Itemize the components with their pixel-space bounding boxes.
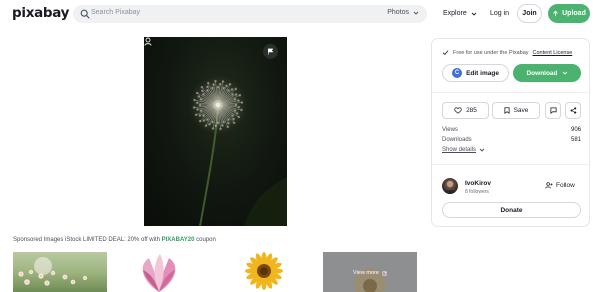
download-label: Download xyxy=(526,69,558,77)
sponsored-thumbnail[interactable] xyxy=(115,252,203,292)
share-button[interactable] xyxy=(565,102,581,119)
user-name[interactable]: IvoKirov xyxy=(465,180,491,187)
avatar[interactable] xyxy=(442,178,458,194)
edit-image-button[interactable]: C Edit image xyxy=(442,64,509,82)
show-details-label: Show details xyxy=(442,147,477,153)
login-link[interactable]: Log in xyxy=(490,10,509,17)
like-count: 285 xyxy=(466,107,477,114)
show-details-link[interactable]: Show details xyxy=(442,147,485,153)
flag-icon xyxy=(268,48,274,55)
stat-value: 581 xyxy=(570,137,581,143)
download-button[interactable]: Download xyxy=(513,64,581,82)
join-button[interactable]: Join xyxy=(517,4,542,23)
upload-icon xyxy=(553,10,558,17)
like-button[interactable]: 285 xyxy=(442,102,489,119)
coupon-suffix: coupon xyxy=(196,237,216,243)
save-label: Save xyxy=(513,107,529,114)
content-license-link[interactable]: Content License xyxy=(533,50,573,56)
magnolia-image xyxy=(142,254,176,292)
search-input[interactable]: Search Pixabay xyxy=(91,9,140,16)
stat-value: 906 xyxy=(570,127,581,133)
comment-icon xyxy=(549,107,557,114)
media-type-select[interactable]: Photos xyxy=(387,9,419,16)
chevron-down-icon xyxy=(413,11,419,15)
comment-button[interactable] xyxy=(545,102,561,119)
save-button[interactable]: Save xyxy=(492,102,540,119)
donate-button[interactable]: Donate xyxy=(442,202,581,218)
media-type-label: Photos xyxy=(387,9,409,16)
daisies-image xyxy=(18,257,88,286)
add-user-icon xyxy=(545,182,553,189)
coupon-code[interactable]: PIXABAY20 xyxy=(162,237,195,243)
search-bar[interactable]: Search Pixabay Photos xyxy=(73,5,427,23)
edit-label: Edit image xyxy=(466,69,499,77)
explore-menu[interactable]: Explore xyxy=(443,10,477,17)
user-icon[interactable] xyxy=(144,37,152,46)
license-text: Free for use under the Pixabay xyxy=(453,49,529,56)
bookmark-icon xyxy=(504,107,510,114)
sunflower-image xyxy=(245,252,283,290)
divider xyxy=(432,164,589,165)
stat-downloads: Downloads 581 xyxy=(442,137,581,143)
follower-count: 8 followers xyxy=(465,189,489,195)
pixabay-logo[interactable]: pixabay xyxy=(12,5,69,21)
follow-label: Follow xyxy=(556,182,575,189)
share-icon xyxy=(570,107,576,114)
follow-button[interactable]: Follow xyxy=(545,182,575,189)
chevron-down-icon xyxy=(471,12,477,16)
sponsored-text: Sponsored Images iStock LIMITED DEAL: 20… xyxy=(13,237,160,243)
image-info-panel: Free for use under the Pixabay Content L… xyxy=(431,38,590,227)
avatar-photo xyxy=(444,180,456,194)
external-link-icon xyxy=(382,271,387,275)
view-more-link[interactable]: View more xyxy=(353,270,387,276)
upload-button[interactable]: Upload xyxy=(548,4,590,23)
license-notice: Free for use under the Pixabay Content L… xyxy=(442,49,572,56)
canva-edit-icon: C xyxy=(452,68,463,78)
sponsored-banner: Sponsored Images iStock LIMITED DEAL: 20… xyxy=(13,237,216,243)
sponsored-thumbnail[interactable] xyxy=(212,252,315,292)
divider xyxy=(432,92,589,93)
stat-label: Downloads xyxy=(442,137,472,143)
check-icon xyxy=(442,50,449,55)
stat-label: Views xyxy=(442,127,458,133)
view-more-label: View more xyxy=(353,270,379,276)
main-photo[interactable] xyxy=(144,37,287,226)
report-button[interactable] xyxy=(263,44,278,59)
sponsored-thumbnail[interactable] xyxy=(13,252,107,292)
stat-views: Views 906 xyxy=(442,127,581,133)
dandelion-image xyxy=(188,75,287,226)
chevron-down-icon xyxy=(562,71,567,75)
upload-label: Upload xyxy=(562,10,586,17)
top-bar: pixabay Search Pixabay Photos Explore Lo… xyxy=(0,0,600,28)
explore-label: Explore xyxy=(443,10,467,17)
heart-icon xyxy=(454,107,462,114)
chevron-down-icon xyxy=(479,148,485,152)
search-icon xyxy=(80,9,90,19)
